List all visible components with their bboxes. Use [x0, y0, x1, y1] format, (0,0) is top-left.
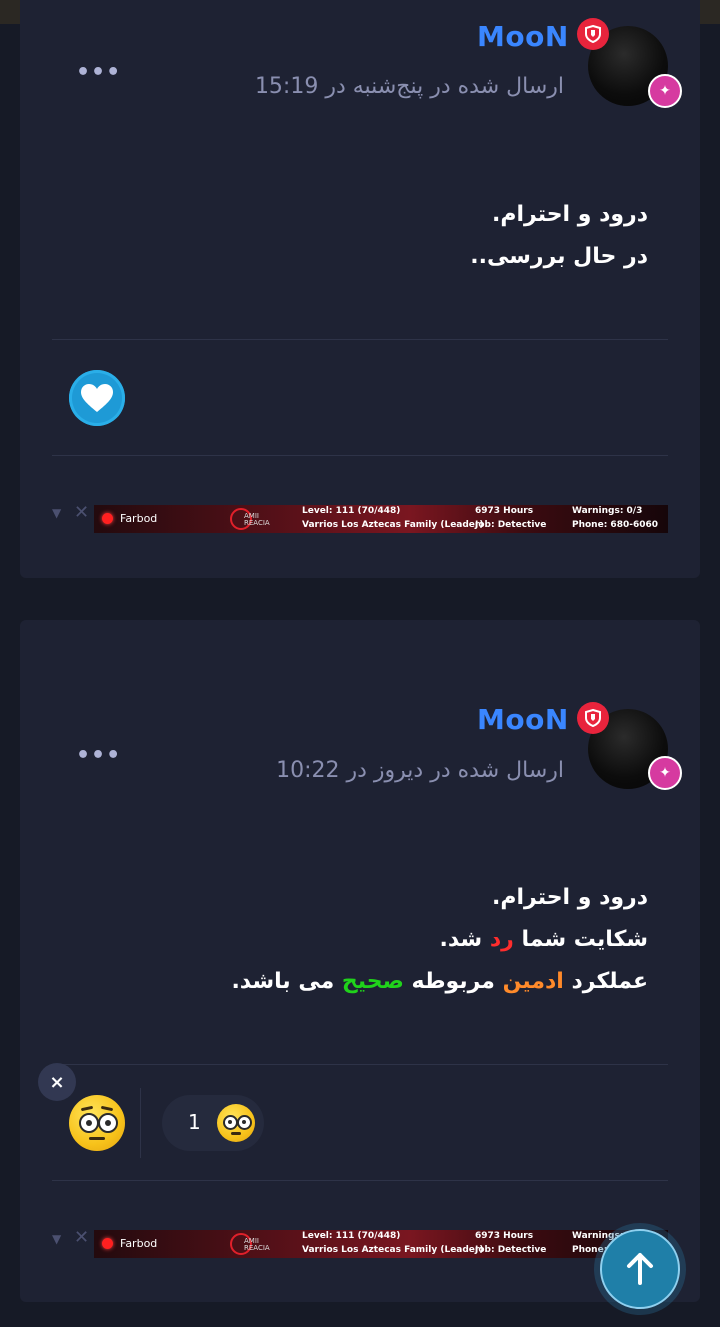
reaction-count-chip[interactable]: 1	[162, 1095, 264, 1151]
status-dot-icon	[102, 513, 113, 524]
reaction-separator	[140, 1088, 141, 1158]
logo-text-2: REACIA	[244, 519, 270, 527]
emoji-pupil	[228, 1120, 232, 1124]
emoji-pupil	[105, 1120, 111, 1126]
emoji-eye	[237, 1115, 252, 1130]
divider	[52, 1064, 668, 1065]
divider	[52, 339, 668, 340]
signature-hours: 6973 Hours	[475, 1231, 534, 1241]
moderator-shield-icon	[577, 18, 609, 50]
status-dot-icon	[102, 1238, 113, 1249]
post-timestamp: ارسال شده در دیروز در 10:22	[276, 758, 564, 783]
body-text-part: شکایت شما	[513, 927, 648, 952]
reaction-count: 1	[188, 1110, 201, 1134]
emoji-mouth	[89, 1137, 105, 1140]
signature-phone: Phone: 680-6060	[572, 520, 659, 530]
rejected-word: رد	[489, 927, 514, 952]
emoji-brow	[80, 1105, 94, 1112]
moderator-shield-icon	[577, 702, 609, 734]
party-icon: ✦	[648, 756, 682, 790]
collapse-arrow-icon[interactable]: ▼	[52, 506, 61, 520]
emoji-brow	[100, 1105, 114, 1112]
post-body: درود و احترام. شکایت شما رد شد. عملکرد ا…	[231, 877, 648, 1003]
more-options-icon[interactable]: •••	[76, 60, 121, 85]
correct-word: صحیح	[341, 969, 404, 994]
emoji-pupil	[86, 1120, 92, 1126]
divider	[52, 1180, 668, 1181]
body-text-part: شد.	[439, 927, 490, 952]
post-card: ✦ MooN ارسال شده در پنج‌شنبه در 15:19 ••…	[20, 0, 700, 578]
body-line: درود و احترام.	[492, 202, 648, 227]
body-line: در حال بررسی..	[470, 244, 648, 269]
arrow-up-icon	[627, 1253, 653, 1285]
divider	[52, 455, 668, 456]
body-line: شکایت شما رد شد.	[231, 919, 648, 961]
heart-reaction-button[interactable]	[69, 370, 125, 426]
party-icon: ✦	[648, 74, 682, 108]
body-text-part: می باشد.	[231, 969, 342, 994]
logo-text: AMII REACIA	[244, 1238, 270, 1252]
post-timestamp: ارسال شده در پنج‌شنبه در 15:19	[254, 74, 564, 99]
signature-banner: Farbod AMII REACIA Level: 111 (70/448) Va…	[94, 1230, 668, 1258]
post-author[interactable]: MooN	[477, 20, 569, 53]
heart-icon	[81, 384, 113, 412]
collapse-arrow-icon[interactable]: ▼	[52, 1232, 61, 1246]
signature-job: Job: Detective	[475, 1245, 547, 1255]
post-card: ✦ MooN ارسال شده در دیروز در 10:22 ••• د…	[20, 620, 700, 1302]
post-body: درود و احترام. در حال بررسی..	[470, 194, 648, 278]
more-options-icon[interactable]: •••	[76, 743, 121, 768]
post-author[interactable]: MooN	[477, 703, 569, 736]
body-line: درود و احترام.	[492, 885, 648, 910]
body-text-part: مربوطه	[403, 969, 503, 994]
signature-family: Varrios Los Aztecas Family (Leader)	[302, 1245, 484, 1255]
emoji-mouth	[231, 1132, 241, 1135]
close-signature-icon[interactable]: ✕	[74, 1227, 89, 1248]
emoji-eye	[223, 1115, 238, 1130]
emoji-pupil	[242, 1120, 246, 1124]
signature-name: Farbod	[120, 512, 158, 525]
signature-level: Level: 111 (70/448)	[302, 506, 401, 516]
signature-family: Varrios Los Aztecas Family (Leader)	[302, 520, 484, 530]
close-signature-icon[interactable]: ✕	[74, 502, 89, 523]
emoji-eye	[79, 1113, 99, 1133]
signature-name: Farbod	[120, 1237, 158, 1250]
emoji-eye	[98, 1113, 118, 1133]
scroll-to-top-button[interactable]	[600, 1229, 680, 1309]
signature-job: Job: Detective	[475, 520, 547, 530]
confused-emoji-icon[interactable]	[69, 1095, 125, 1151]
signature-level: Level: 111 (70/448)	[302, 1231, 401, 1241]
logo-text: AMII REACIA	[244, 513, 270, 527]
logo-text-2: REACIA	[244, 1244, 270, 1252]
admin-word: ادمین	[502, 969, 564, 994]
close-reactions-button[interactable]: ×	[38, 1063, 76, 1101]
signature-hours: 6973 Hours	[475, 506, 534, 516]
body-line: عملکرد ادمین مربوطه صحیح می باشد.	[231, 961, 648, 1003]
confused-emoji-icon	[217, 1104, 255, 1142]
signature-warnings: Warnings: 0/3	[572, 506, 643, 516]
signature-banner: Farbod AMII REACIA Level: 111 (70/448) Va…	[94, 505, 668, 533]
body-text-part: عملکرد	[563, 969, 648, 994]
